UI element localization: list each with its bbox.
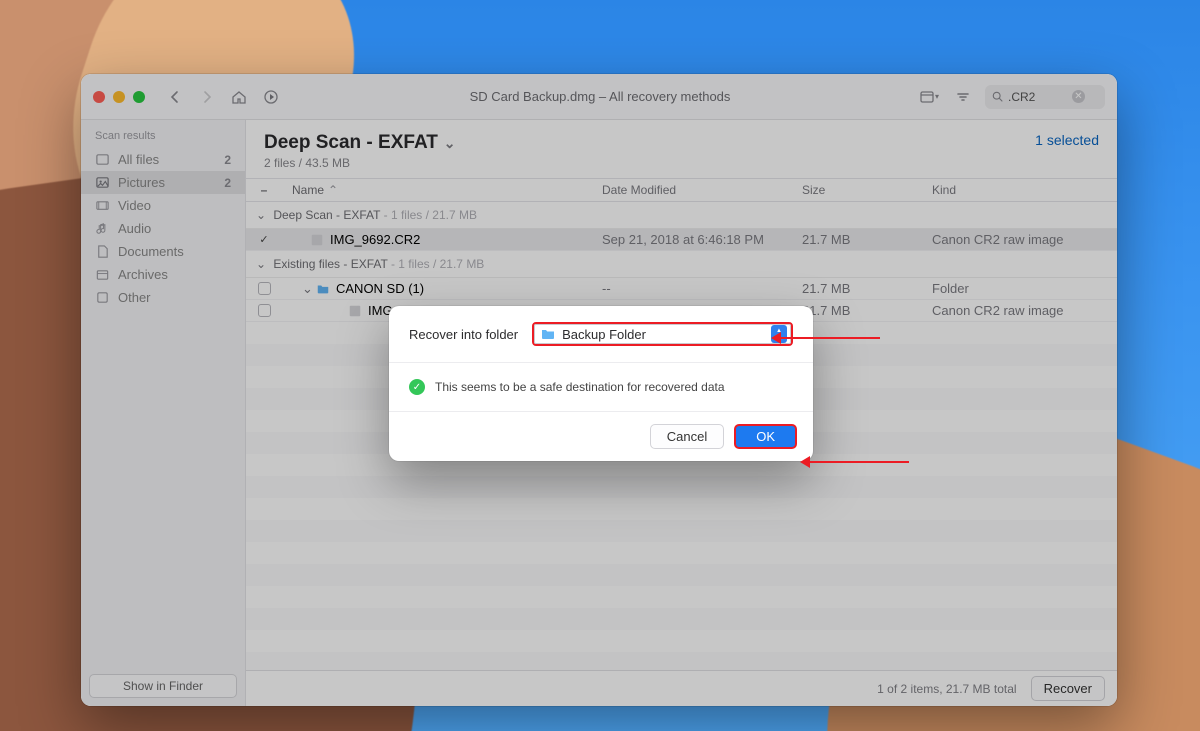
sidebar-item-label: Video: [118, 198, 151, 213]
scan-title[interactable]: Deep Scan - EXFAT ⌄: [264, 132, 455, 154]
cancel-button[interactable]: Cancel: [650, 424, 724, 449]
window-controls: [93, 91, 145, 103]
selected-folder-label: Backup Folder: [562, 327, 771, 342]
file-row[interactable]: IMG_9692.CR2 Sep 21, 2018 at 6:46:18 PM …: [246, 229, 1117, 251]
selection-count: 1 selected: [1035, 132, 1099, 148]
file-kind: Canon CR2 raw image: [932, 232, 1117, 247]
sidebar-item-video[interactable]: Video: [81, 194, 245, 217]
sidebar-item-audio[interactable]: Audio: [81, 217, 245, 240]
status-bar: 1 of 2 items, 21.7 MB total Recover: [246, 670, 1117, 706]
search-icon: [991, 90, 1004, 103]
col-size[interactable]: Size: [802, 183, 932, 197]
chevron-down-icon: ⌄: [440, 135, 456, 151]
destination-folder-select[interactable]: Backup Folder: [532, 322, 793, 346]
home-button[interactable]: [227, 86, 251, 108]
annotation-arrow: [775, 337, 880, 339]
clear-search-button[interactable]: ✕: [1072, 90, 1085, 103]
sort-asc-icon: ⌃: [328, 183, 338, 197]
ok-button[interactable]: OK: [734, 424, 797, 449]
sidebar: Scan results All files 2 Pictures 2 Vide…: [81, 120, 246, 706]
sidebar-item-label: Pictures: [118, 175, 165, 190]
search-field[interactable]: ✕: [985, 85, 1105, 109]
column-headers: – Name ⌃ Date Modified Size Kind: [246, 178, 1117, 202]
zoom-window-button[interactable]: [133, 91, 145, 103]
documents-icon: [95, 244, 110, 259]
recover-dialog: Recover into folder Backup Folder ✓ This…: [389, 306, 813, 461]
search-input[interactable]: [1008, 90, 1068, 104]
sidebar-item-pictures[interactable]: Pictures 2: [81, 171, 245, 194]
sidebar-item-label: Audio: [118, 221, 151, 236]
folder-icon: [540, 326, 556, 342]
group-header-existing[interactable]: ⌄ Existing files - EXFAT - 1 files / 21.…: [246, 251, 1117, 278]
resume-scan-button[interactable]: [259, 86, 283, 108]
image-file-icon: [348, 304, 362, 318]
select-all-checkbox[interactable]: –: [258, 184, 271, 197]
sidebar-item-label: Archives: [118, 267, 168, 282]
video-icon: [95, 198, 110, 213]
check-circle-icon: ✓: [409, 379, 425, 395]
row-checkbox[interactable]: [258, 304, 271, 317]
other-icon: [95, 290, 110, 305]
disclosure-triangle-icon[interactable]: ⌄: [302, 281, 312, 297]
file-size: 21.7 MB: [802, 281, 932, 296]
sidebar-item-all-files[interactable]: All files 2: [81, 148, 245, 171]
col-kind[interactable]: Kind: [932, 183, 1117, 197]
row-checkbox[interactable]: [259, 232, 268, 247]
col-name[interactable]: Name: [282, 183, 324, 197]
folder-row[interactable]: ⌄ CANON SD (1) -- 21.7 MB Folder: [246, 278, 1117, 300]
safe-destination-text: This seems to be a safe destination for …: [435, 380, 725, 394]
scan-subtitle: 2 files / 43.5 MB: [264, 156, 455, 170]
sidebar-item-documents[interactable]: Documents: [81, 240, 245, 263]
sidebar-item-other[interactable]: Other: [81, 286, 245, 309]
view-mode-button[interactable]: ▾: [917, 86, 941, 108]
pictures-icon: [95, 175, 110, 190]
close-window-button[interactable]: [93, 91, 105, 103]
file-date: --: [602, 281, 802, 296]
forward-button[interactable]: [195, 86, 219, 108]
sidebar-item-label: Other: [118, 290, 151, 305]
sidebar-item-archives[interactable]: Archives: [81, 263, 245, 286]
recover-label: Recover into folder: [409, 327, 518, 342]
filter-button[interactable]: [951, 86, 975, 108]
group-header-deepscan[interactable]: ⌄ Deep Scan - EXFAT - 1 files / 21.7 MB: [246, 202, 1117, 229]
recover-button[interactable]: Recover: [1031, 676, 1105, 701]
file-kind: Folder: [932, 281, 1117, 296]
sidebar-item-label: Documents: [118, 244, 184, 259]
col-date[interactable]: Date Modified: [602, 183, 802, 197]
audio-icon: [95, 221, 110, 236]
sidebar-item-count: 2: [224, 176, 231, 190]
file-date: Sep 21, 2018 at 6:46:18 PM: [602, 232, 802, 247]
folder-icon: [316, 282, 330, 296]
file-name: IMG_9692.CR2: [330, 232, 420, 247]
disclosure-triangle-icon[interactable]: ⌄: [256, 257, 266, 271]
row-checkbox[interactable]: [258, 282, 271, 295]
disclosure-triangle-icon[interactable]: ⌄: [256, 208, 266, 222]
file-size: 21.7 MB: [802, 303, 932, 318]
toolbar: SD Card Backup.dmg – All recovery method…: [81, 74, 1117, 120]
file-kind: Canon CR2 raw image: [932, 303, 1117, 318]
minimize-window-button[interactable]: [113, 91, 125, 103]
all-files-icon: [95, 152, 110, 167]
window-title: SD Card Backup.dmg – All recovery method…: [291, 89, 909, 104]
back-button[interactable]: [163, 86, 187, 108]
show-in-finder-button[interactable]: Show in Finder: [89, 674, 237, 698]
status-summary: 1 of 2 items, 21.7 MB total: [877, 682, 1016, 696]
image-file-icon: [310, 233, 324, 247]
file-name: CANON SD (1): [336, 281, 424, 296]
archives-icon: [95, 267, 110, 282]
sidebar-item-count: 2: [224, 153, 231, 167]
annotation-arrow: [804, 461, 909, 463]
sidebar-header: Scan results: [81, 130, 245, 148]
sidebar-item-label: All files: [118, 152, 159, 167]
file-size: 21.7 MB: [802, 232, 932, 247]
